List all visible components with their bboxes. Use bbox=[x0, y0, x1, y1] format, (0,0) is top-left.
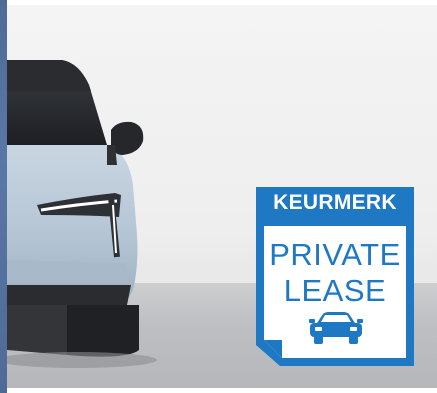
car-photo bbox=[7, 60, 157, 368]
badge-line-lease: LEASE bbox=[283, 273, 387, 308]
left-accent-bar bbox=[0, 0, 7, 393]
product-image: KEURMERK PRIVATE LEASE bbox=[0, 0, 437, 393]
showroom-scene: KEURMERK PRIVATE LEASE bbox=[7, 5, 437, 388]
keurmerk-private-lease-badge: KEURMERK PRIVATE LEASE bbox=[256, 187, 414, 366]
badge-line-private: PRIVATE bbox=[269, 237, 401, 272]
car-icon bbox=[309, 312, 363, 344]
badge-title: KEURMERK bbox=[273, 191, 397, 214]
